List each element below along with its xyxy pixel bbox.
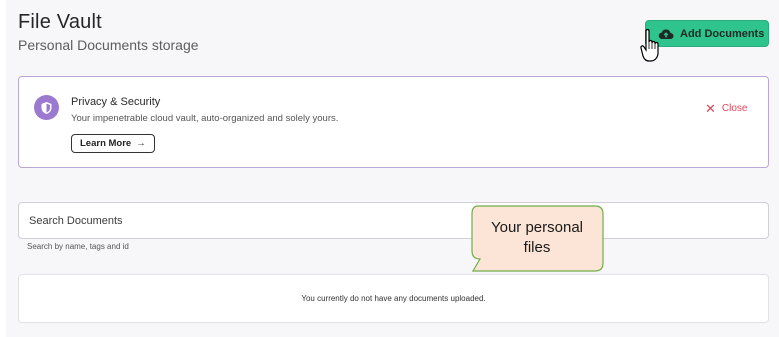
- close-banner-button[interactable]: ✕ Close: [705, 100, 748, 116]
- search-hint: Search by name, tags and id: [27, 242, 129, 251]
- banner-description: Your impenetrable cloud vault, auto-orga…: [71, 113, 339, 124]
- page-title: File Vault: [18, 11, 102, 33]
- file-vault-app: File Vault Personal Documents storage Ad…: [6, 0, 779, 337]
- learn-more-label: Learn More: [80, 138, 132, 149]
- search-input[interactable]: [18, 202, 769, 239]
- page-subtitle: Personal Documents storage: [18, 37, 199, 53]
- empty-state-message: You currently do not have any documents …: [301, 294, 486, 303]
- cloud-upload-icon: [658, 28, 674, 39]
- callout-text: Your personal files: [473, 218, 601, 258]
- documents-list-empty: You currently do not have any documents …: [18, 274, 769, 323]
- privacy-banner: Privacy & Security Your impenetrable clo…: [18, 76, 769, 168]
- banner-title: Privacy & Security: [71, 96, 161, 108]
- add-documents-label: Add Documents: [680, 27, 765, 40]
- callout-line-1: Your personal: [490, 219, 583, 236]
- close-icon: ✕: [705, 100, 716, 116]
- arrow-right-icon: →: [136, 138, 146, 149]
- callout-line-2: files: [523, 239, 551, 256]
- hand-pointer-icon: [640, 28, 659, 62]
- learn-more-button[interactable]: Learn More →: [71, 134, 155, 153]
- add-documents-button[interactable]: Add Documents: [645, 20, 769, 47]
- close-label: Close: [721, 103, 748, 114]
- shield-icon: [34, 95, 59, 120]
